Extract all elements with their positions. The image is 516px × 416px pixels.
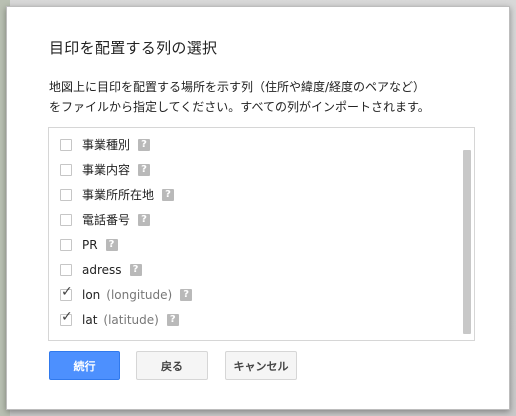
help-icon[interactable]: ? — [166, 313, 179, 326]
checkbox[interactable] — [60, 238, 72, 251]
checkbox[interactable]: ✓ — [60, 285, 73, 301]
checkbox[interactable] — [60, 213, 72, 226]
help-icon[interactable]: ? — [129, 263, 142, 276]
column-label: 事業種別 — [82, 138, 131, 152]
help-icon[interactable]: ? — [180, 288, 193, 301]
checkbox[interactable] — [60, 263, 72, 276]
column-label: 事業所所在地 — [82, 188, 155, 202]
list-item-column-2[interactable]: 事業所所在地 ? — [49, 182, 449, 207]
checkmark-icon: ✓ — [61, 308, 73, 325]
help-icon[interactable]: ? — [138, 213, 151, 226]
help-icon[interactable]: ? — [138, 163, 151, 176]
column-label: lat — [82, 312, 98, 327]
cancel-button[interactable]: キャンセル — [225, 351, 297, 380]
list-item-column-6[interactable]: ✓ lon (longitude) ? — [49, 282, 449, 307]
column-select-dialog: 目印を配置する列の選択 地図上に目印を配置する場所を示す列（住所や緯度/経度のペ… — [6, 6, 510, 410]
column-sublabel: (latitude) — [103, 312, 159, 327]
dialog-title: 目印を配置する列の選択 — [49, 39, 218, 57]
description-line-1: 地図上に目印を配置する場所を示す列（住所や緯度/経度のペアなど） — [49, 80, 426, 94]
help-icon[interactable]: ? — [138, 138, 151, 151]
list-item-column-7[interactable]: ✓ lat (latitude) ? — [49, 307, 449, 332]
column-label: 電話番号 — [82, 213, 131, 227]
list-item-column-5[interactable]: adress ? — [49, 257, 449, 282]
checkmark-icon: ✓ — [61, 283, 73, 300]
checkbox[interactable] — [60, 163, 72, 176]
list-scrollbar[interactable] — [463, 150, 471, 334]
checkbox[interactable] — [60, 138, 72, 151]
list-item-column-3[interactable]: 電話番号 ? — [49, 207, 449, 232]
list-item-column-0[interactable]: 事業種別 ? — [49, 132, 449, 157]
help-icon[interactable]: ? — [162, 188, 175, 201]
back-button[interactable]: 戻る — [136, 351, 208, 380]
checkbox[interactable]: ✓ — [60, 310, 73, 326]
dialog-description: 地図上に目印を配置する場所を示す列（住所や緯度/経度のペアなど） をファイルから… — [49, 77, 479, 117]
list-item-column-1[interactable]: 事業内容 ? — [49, 157, 449, 182]
column-list: 事業種別 ? 事業内容 ? 事業所所在地 ? 電話番号 ? PR ? adres… — [48, 127, 475, 341]
column-sublabel: (longitude) — [106, 287, 173, 302]
column-label: adress — [82, 262, 122, 277]
column-label: lon — [82, 287, 101, 302]
description-line-2: をファイルから指定してください。すべての列がインポートされます。 — [49, 100, 430, 114]
continue-button[interactable]: 続行 — [49, 351, 120, 380]
checkbox[interactable] — [60, 188, 72, 201]
column-label: 事業内容 — [82, 163, 131, 177]
list-item-column-4[interactable]: PR ? — [49, 232, 449, 257]
help-icon[interactable]: ? — [105, 238, 118, 251]
column-label: PR — [82, 237, 98, 252]
